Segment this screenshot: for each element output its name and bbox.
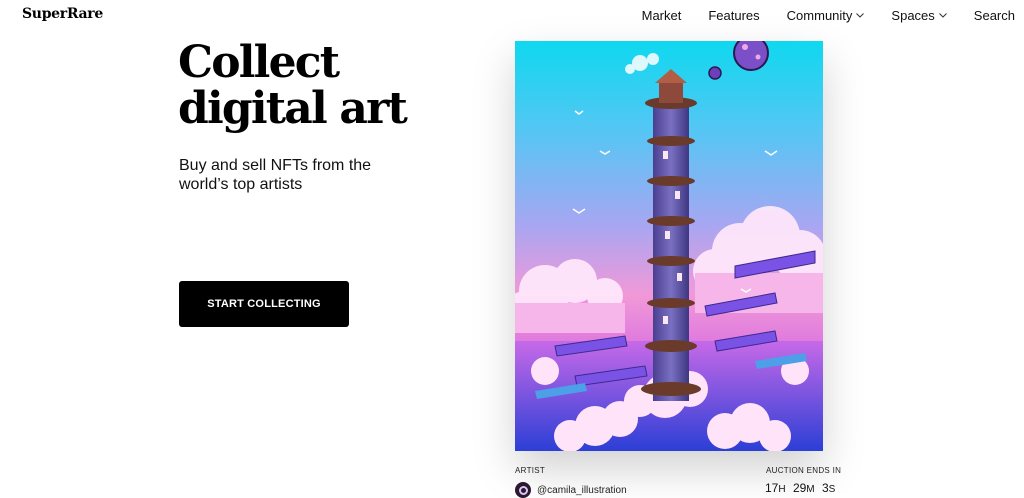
countdown-minutes: 29 [792,481,807,495]
countdown-hours-unit: H [778,484,786,495]
nav-spaces-dropdown[interactable]: Spaces [891,8,947,23]
nav-community-dropdown[interactable]: Community [787,8,865,23]
countdown-hours: 17 [765,481,779,495]
featured-artwork[interactable] [515,41,823,451]
countdown-seconds: 3 [821,481,829,495]
artist-handle: @camila_illustration [537,484,627,496]
auction-countdown: 17H 29M 3S [765,481,839,495]
nav-search-link[interactable]: Search [974,8,1015,23]
hero-title-line1: Collect [178,37,340,88]
nav-spaces-label: Spaces [891,8,935,23]
start-collecting-button[interactable]: START COLLECTING [179,281,349,327]
auction-label: AUCTION ENDS IN [766,466,842,475]
artwork-image [515,41,823,451]
avatar [515,482,531,498]
nav-features-link[interactable]: Features [708,8,759,23]
artist-link[interactable]: @camila_illustration [515,482,627,498]
nav-market-link[interactable]: Market [642,8,682,23]
countdown-minutes-unit: M [806,484,815,495]
nav-features-label: Features [708,8,760,23]
countdown-seconds-unit: S [828,484,836,495]
hero-subtitle: Buy and sell NFTs from the world’s top a… [179,157,372,193]
nav-market-label: Market [641,8,682,23]
chevron-down-icon [938,13,947,18]
page: SuperRare Market Features Community Spac… [0,0,1024,498]
hero-title-line2: digital art [178,83,408,134]
artist-label: ARTIST [515,466,546,475]
nav-search-label: Search [973,8,1015,23]
chevron-down-icon [856,13,865,18]
top-nav: SuperRare Market Features Community Spac… [0,0,1024,30]
logo[interactable]: SuperRare [22,6,103,22]
nav-community-label: Community [786,8,853,23]
hero-title: Collect digital art [178,40,458,132]
nav-links: Market Features Community Spaces Search [615,8,1015,23]
